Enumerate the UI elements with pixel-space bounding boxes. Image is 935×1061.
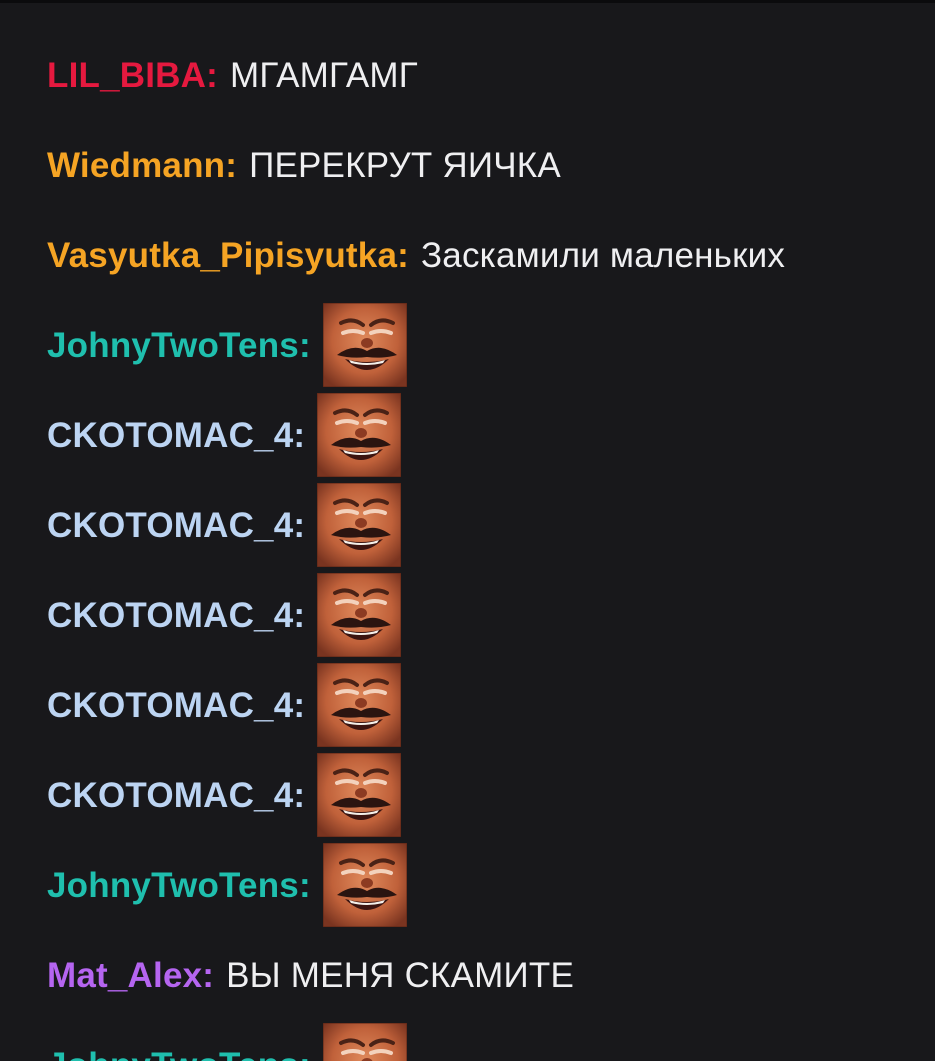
chat-colon: : — [293, 415, 306, 455]
chat-username[interactable]: Wiedmann — [47, 148, 225, 183]
chat-username[interactable]: CKOTOMAC_4 — [47, 598, 293, 633]
laughing-man-emote[interactable] — [322, 1023, 407, 1061]
chat-colon: : — [299, 1048, 311, 1061]
chat-text: МГАМГАМГ — [229, 55, 418, 95]
chat-username[interactable]: JohnyTwoTens — [47, 1048, 299, 1061]
chat-text: Заскамили маленьких — [420, 235, 786, 275]
chat-username[interactable]: CKOTOMAC_4 — [47, 688, 293, 723]
chat-message: CKOTOMAC_4: — [47, 480, 927, 570]
chat-username[interactable]: CKOTOMAC_4 — [47, 778, 293, 813]
chat-colon: : — [293, 595, 306, 635]
chat-username[interactable]: JohnyTwoTens — [47, 328, 299, 363]
chat-text: ВЫ МЕНЯ СКАМИТЕ — [226, 955, 575, 995]
top-border — [0, 0, 935, 3]
chat-message: CKOTOMAC_4: — [47, 750, 927, 840]
laughing-man-emote[interactable] — [317, 663, 402, 747]
laughing-man-emote[interactable] — [322, 303, 407, 387]
chat-message: JohnyTwoTens: — [47, 1020, 927, 1061]
chat-colon: : — [293, 685, 306, 725]
laughing-man-emote[interactable] — [317, 573, 402, 657]
chat-message: CKOTOMAC_4: — [47, 570, 927, 660]
chat-message: Mat_Alex: ВЫ МЕНЯ СКАМИТЕ — [47, 930, 927, 1020]
chat-username[interactable]: CKOTOMAC_4 — [47, 418, 293, 453]
chat-message: JohnyTwoTens: — [47, 840, 927, 930]
chat-username[interactable]: CKOTOMAC_4 — [47, 508, 293, 543]
chat-colon: : — [293, 505, 306, 545]
chat-message: CKOTOMAC_4: — [47, 660, 927, 750]
chat-colon: : — [293, 775, 306, 815]
chat-colon: : — [298, 865, 311, 905]
chat-colon: : — [298, 325, 311, 365]
chat-username[interactable]: Mat_Alex — [47, 958, 202, 993]
chat-username[interactable]: JohnyTwoTens — [47, 868, 299, 903]
chat-username[interactable]: Vasyutka_Pipisyutka — [47, 238, 397, 273]
chat-colon: : — [202, 955, 215, 995]
chat-message: Wiedmann: ПЕРЕКРУТ ЯИЧКА — [47, 120, 927, 210]
chat-colon: : — [225, 145, 238, 185]
chat-username[interactable]: LIL_BIBA — [47, 58, 206, 93]
chat-colon: : — [206, 55, 218, 95]
laughing-man-emote[interactable] — [317, 753, 402, 837]
chat-message: JohnyTwoTens: — [47, 300, 927, 390]
chat-message-list[interactable]: LIL_BIBA: МГАМГАМГ Wiedmann: ПЕРЕКРУТ ЯИЧК… — [47, 30, 927, 1061]
chat-message: LIL_BIBA: МГАМГАМГ — [47, 30, 927, 120]
laughing-man-emote[interactable] — [322, 843, 407, 927]
laughing-man-emote[interactable] — [317, 483, 402, 567]
chat-colon: : — [397, 235, 409, 275]
laughing-man-emote[interactable] — [317, 393, 402, 477]
chat-message: CKOTOMAC_4: — [47, 390, 927, 480]
chat-message: Vasyutka_Pipisyutka: Заскамили маленьких — [47, 210, 927, 300]
chat-text: ПЕРЕКРУТ ЯИЧКА — [249, 145, 561, 185]
